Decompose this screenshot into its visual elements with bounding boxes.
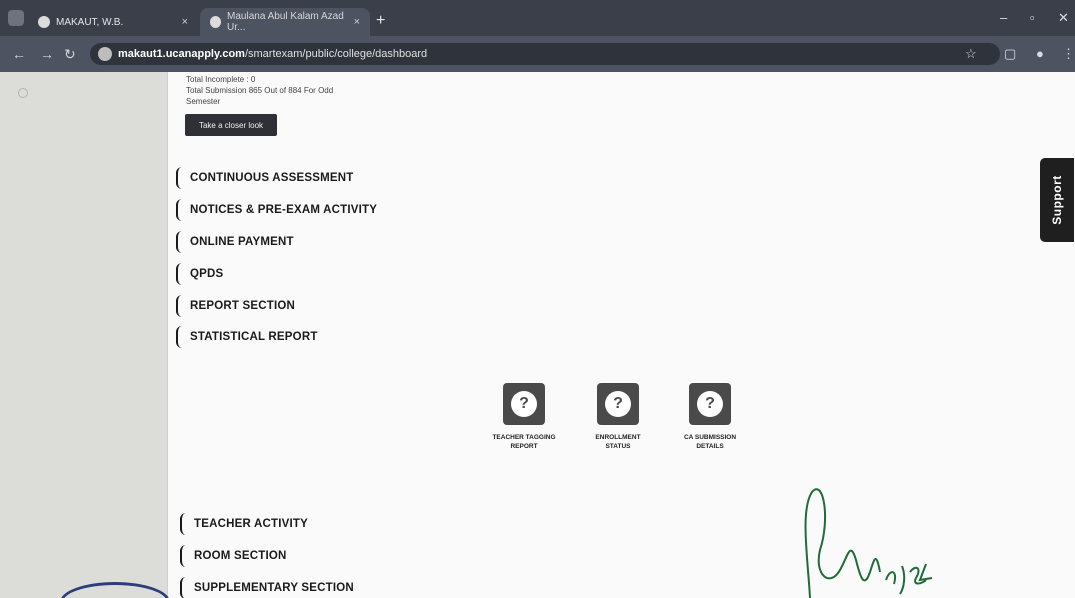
bracket-icon	[180, 577, 186, 598]
section-label: SUPPLEMENTARY SECTION	[194, 582, 354, 594]
section-continuous-assessment[interactable]: CONTINUOUS ASSESSMENT	[176, 167, 354, 189]
menu-icon[interactable]: ⋮	[1062, 46, 1075, 62]
url-input[interactable]: makaut1.ucanapply.com/smartexam/public/c…	[90, 43, 1000, 65]
browser-address-bar: ← → ↻ makaut1.ucanapply.com/smartexam/pu…	[0, 36, 1075, 72]
tile-label: CA SUBMISSION DETAILS	[683, 434, 737, 450]
support-button[interactable]: Support	[1040, 158, 1074, 242]
bookmark-star-icon[interactable]: ☆	[965, 46, 977, 62]
section-supplementary[interactable]: SUPPLEMENTARY SECTION	[180, 577, 354, 598]
section-statistical-report[interactable]: STATISTICAL REPORT	[176, 326, 318, 348]
total-submission: Total Submission 865 Out of 884 For Odd	[186, 86, 334, 95]
bracket-icon	[180, 545, 186, 567]
close-window-icon[interactable]: ✕	[1058, 10, 1069, 26]
tab-university[interactable]: Maulana Abul Kalam Azad Ur... ×	[200, 8, 370, 36]
bracket-icon	[176, 263, 182, 285]
tile-enrollment-status[interactable]: ? ENROLLMENT STATUS	[573, 383, 663, 451]
sidebar	[0, 72, 168, 598]
favicon-icon	[210, 16, 222, 28]
question-bubble-icon: ?	[503, 383, 545, 425]
section-label: ONLINE PAYMENT	[190, 236, 294, 248]
minimize-icon[interactable]: –	[1000, 10, 1007, 25]
section-qpds[interactable]: QPDS	[176, 263, 223, 285]
bracket-icon	[176, 167, 182, 189]
side-panel-icon[interactable]: ▢	[1004, 46, 1016, 62]
bracket-icon	[176, 231, 182, 253]
bracket-icon	[176, 199, 182, 221]
url-path: /smartexam/public/college/dashboard	[244, 48, 428, 60]
section-label: CONTINUOUS ASSESSMENT	[190, 172, 354, 184]
tile-label: ENROLLMENT STATUS	[595, 434, 641, 450]
browser-app-icon[interactable]	[8, 10, 24, 26]
section-teacher-activity[interactable]: TEACHER ACTIVITY	[180, 513, 308, 535]
bracket-icon	[176, 326, 182, 348]
reload-icon[interactable]: ↻	[64, 46, 76, 63]
tab-makaut[interactable]: MAKAUT, W.B. ×	[28, 8, 198, 36]
section-label: ROOM SECTION	[194, 550, 287, 562]
sidebar-icon[interactable]	[18, 88, 28, 98]
section-label: STATISTICAL REPORT	[190, 331, 318, 343]
bracket-icon	[176, 295, 182, 317]
section-label: TEACHER ACTIVITY	[194, 518, 308, 530]
maximize-icon[interactable]: ▫	[1030, 10, 1035, 25]
section-notices[interactable]: NOTICES & PRE-EXAM ACTIVITY	[176, 199, 377, 221]
tab-title: MAKAUT, W.B.	[56, 16, 124, 28]
total-incomplete: Total Incomplete : 0	[186, 75, 256, 84]
section-report[interactable]: REPORT SECTION	[176, 295, 295, 317]
favicon-icon	[38, 16, 50, 28]
close-icon[interactable]: ×	[182, 16, 188, 28]
section-room[interactable]: ROOM SECTION	[180, 545, 287, 567]
url-host: makaut1.ucanapply.com	[118, 48, 245, 60]
submission-summary: Total Incomplete : 0 Total Submission 86…	[186, 74, 333, 107]
support-label: Support	[1050, 175, 1064, 225]
closer-look-button[interactable]: Take a closer look	[185, 114, 277, 136]
handwritten-signature	[804, 488, 933, 598]
browser-tab-bar: MAKAUT, W.B. × Maulana Abul Kalam Azad U…	[0, 0, 1075, 36]
tile-label: TEACHER TAGGING REPORT	[492, 434, 556, 450]
section-label: REPORT SECTION	[190, 300, 296, 312]
tile-teacher-tagging-report[interactable]: ? TEACHER TAGGING REPORT	[479, 383, 569, 451]
forward-icon[interactable]: →	[40, 46, 54, 62]
new-tab-button[interactable]: +	[376, 12, 385, 30]
question-bubble-icon: ?	[689, 383, 731, 425]
back-icon[interactable]: ←	[12, 46, 26, 62]
section-label: QPDS	[190, 268, 224, 280]
tab-title: Maulana Abul Kalam Azad Ur...	[227, 11, 344, 33]
profile-icon[interactable]: ●	[1036, 46, 1044, 61]
site-info-icon[interactable]	[98, 47, 112, 61]
tile-ca-submission-details[interactable]: ? CA SUBMISSION DETAILS	[665, 383, 755, 451]
section-label: NOTICES & PRE-EXAM ACTIVITY	[190, 204, 378, 216]
section-online-payment[interactable]: ONLINE PAYMENT	[176, 231, 294, 253]
bracket-icon	[180, 513, 186, 535]
semester-label: Semester	[186, 97, 221, 106]
close-icon[interactable]: ×	[354, 16, 360, 28]
question-bubble-icon: ?	[597, 383, 639, 425]
